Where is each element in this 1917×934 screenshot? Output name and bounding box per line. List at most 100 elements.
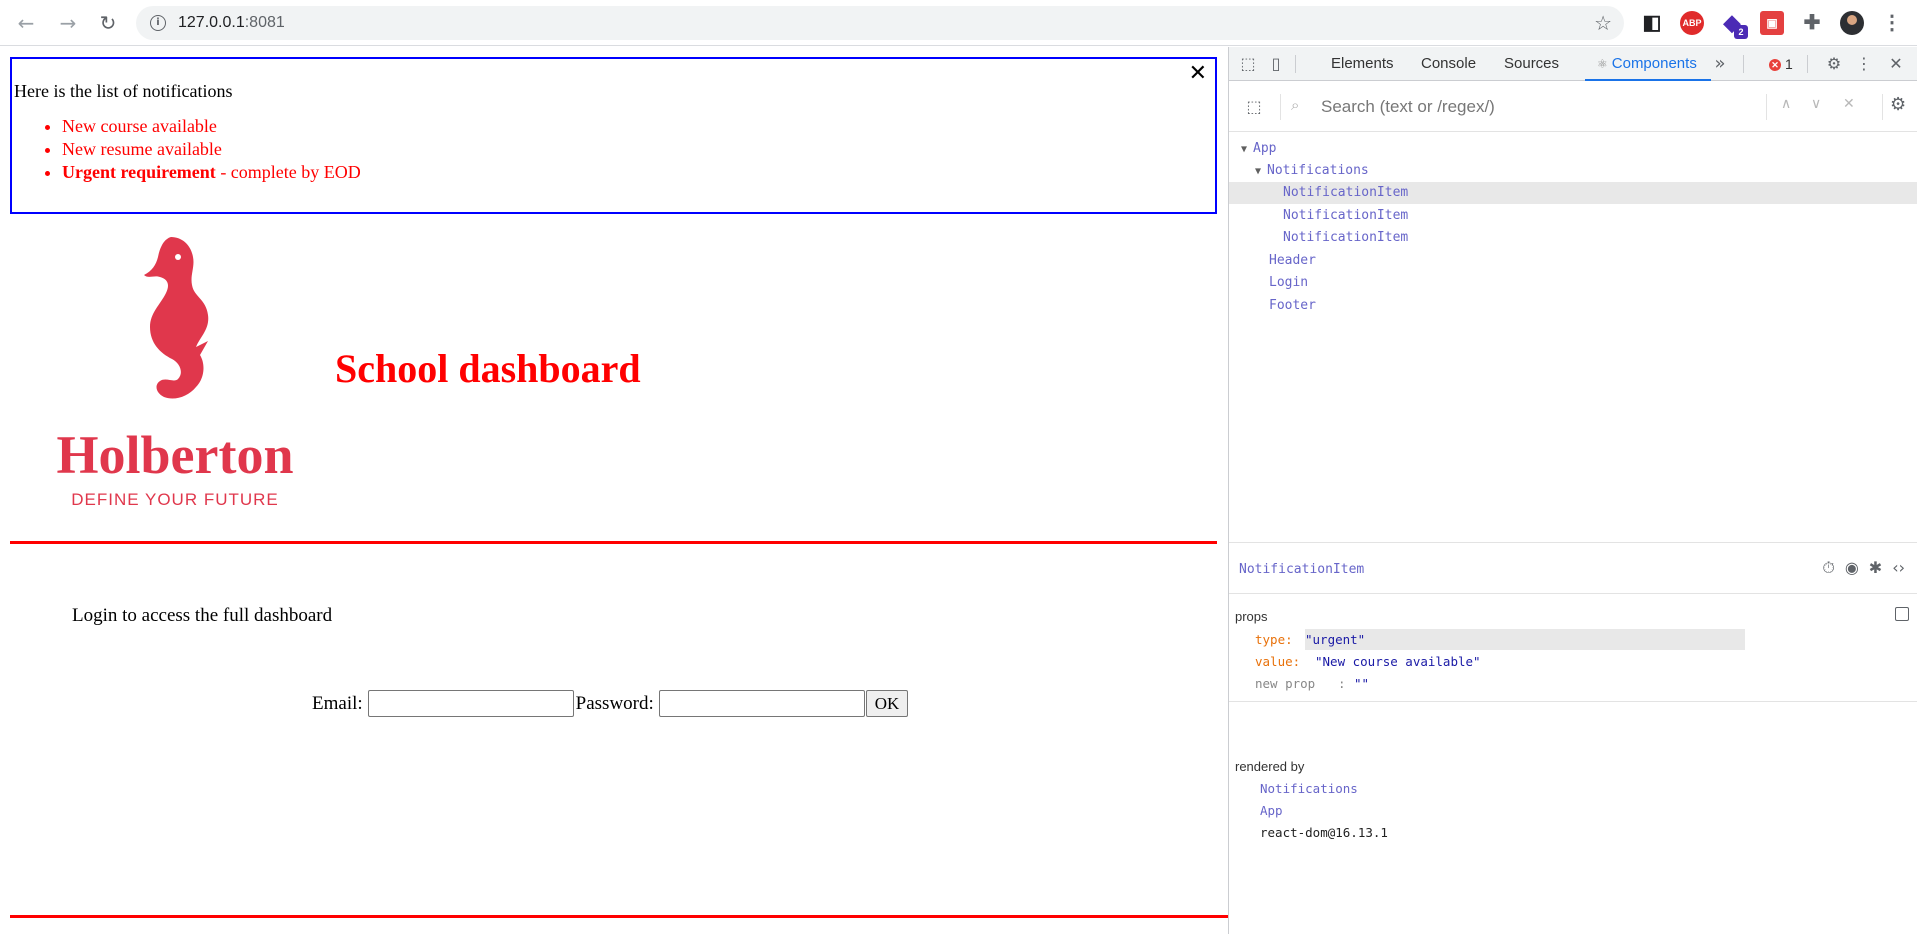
error-icon: ✕ xyxy=(1769,59,1781,72)
notifications-panel: ✕ Here is the list of notifications New … xyxy=(10,57,1217,214)
components-settings-icon[interactable]: ⚙ xyxy=(1890,94,1906,115)
prop-row-value[interactable]: value: "New course available" xyxy=(1229,651,1917,672)
new-prop-row[interactable]: new prop : "" xyxy=(1229,673,1917,694)
notification-item: New course available xyxy=(62,115,361,138)
inspect-element-icon[interactable]: ⬚ xyxy=(1237,53,1259,75)
next-result-icon[interactable]: ∨ xyxy=(1811,96,1821,112)
header-divider xyxy=(10,541,1217,544)
profile-avatar[interactable] xyxy=(1840,11,1864,35)
tree-node-label: Header xyxy=(1269,253,1316,268)
tab-elements[interactable]: Elements xyxy=(1329,47,1396,81)
page-content: ✕ Here is the list of notifications New … xyxy=(0,47,1230,934)
tree-node-label: NotificationItem xyxy=(1283,230,1409,245)
tab-components[interactable]: ⚛ Components xyxy=(1585,47,1711,81)
rendered-by-heading: rendered by xyxy=(1235,759,1305,774)
footer-divider xyxy=(10,915,1230,918)
tree-node-app[interactable]: ▼ App xyxy=(1229,138,1917,160)
device-toolbar-icon[interactable]: ▯ xyxy=(1265,53,1287,75)
settings-gear-icon[interactable]: ⚙ xyxy=(1823,53,1845,75)
extension-badge: 2 xyxy=(1734,25,1748,39)
reload-icon[interactable]: ↻ xyxy=(94,9,122,37)
address-bar[interactable]: i 127.0.0.1:8081 ☆ xyxy=(136,6,1624,40)
back-icon[interactable]: ← xyxy=(12,9,40,37)
search-divider xyxy=(1766,94,1767,120)
search-divider xyxy=(1882,94,1883,120)
inspector-divider xyxy=(1229,593,1917,594)
tab-components-label: Components xyxy=(1611,55,1697,72)
tree-node-notificationitem[interactable]: NotificationItem xyxy=(1229,227,1917,249)
new-prop-colon: : xyxy=(1338,676,1346,691)
tree-node-label: Login xyxy=(1269,275,1309,290)
eye-icon[interactable]: ◉ xyxy=(1845,558,1859,578)
url-port: :8081 xyxy=(244,14,285,31)
tree-node-notificationitem[interactable]: NotificationItem xyxy=(1229,182,1917,204)
ok-button[interactable]: OK xyxy=(865,690,909,717)
component-tree: ▼ App ▼ Notifications NotificationItem Not… xyxy=(1229,135,1917,585)
bookmark-star-icon[interactable]: ☆ xyxy=(1594,6,1612,40)
extension-diamond-icon[interactable]: ◆ 2 xyxy=(1720,11,1748,39)
pane-divider[interactable] xyxy=(1229,542,1917,543)
forward-icon[interactable]: → xyxy=(54,9,82,37)
login-form: Email: Password: OK xyxy=(312,690,909,717)
copy-props-icon[interactable] xyxy=(1895,607,1909,621)
reading-list-icon[interactable]: ◧ xyxy=(1640,11,1664,35)
new-prop-value[interactable]: "" xyxy=(1354,673,1369,694)
adblock-plus-icon[interactable]: ABP xyxy=(1680,11,1704,35)
timer-icon[interactable]: ⏱ xyxy=(1822,558,1834,578)
notification-urgent-text: - complete by EOD xyxy=(215,162,361,182)
prop-key: value: xyxy=(1255,654,1301,669)
devtools-menu-icon[interactable]: ⋮ xyxy=(1853,53,1875,75)
chrome-menu-icon[interactable]: ⋮ xyxy=(1880,11,1904,35)
tree-node-notifications[interactable]: ▼ Notifications xyxy=(1229,160,1917,182)
notification-urgent-label: Urgent requirement xyxy=(62,162,216,182)
prop-key: type: xyxy=(1255,632,1293,647)
toolbar-divider xyxy=(1743,55,1744,73)
tree-node-label: Notifications xyxy=(1267,163,1369,178)
tree-node-notificationitem[interactable]: NotificationItem xyxy=(1229,205,1917,227)
tree-node-footer[interactable]: Footer xyxy=(1229,295,1917,317)
password-field[interactable] xyxy=(658,690,865,717)
devtools-panel: ⬚ ▯ Elements Console Sources ⚛ Components… xyxy=(1228,47,1917,934)
email-field[interactable] xyxy=(367,690,574,717)
search-divider xyxy=(1280,94,1281,120)
prop-value[interactable]: "New course available" xyxy=(1315,651,1481,672)
error-counter[interactable]: ✕ 1 xyxy=(1769,47,1793,81)
login-message: Login to access the full dashboard xyxy=(72,605,333,626)
tree-node-label: Footer xyxy=(1269,298,1316,313)
logo-wordmark: Holberton xyxy=(57,425,294,485)
extension-box-icon[interactable]: ▣ xyxy=(1760,11,1784,35)
notifications-list: New course available New resume availabl… xyxy=(12,115,361,184)
component-picker-icon[interactable]: ⬚ xyxy=(1243,96,1265,118)
prev-result-icon[interactable]: ∧ xyxy=(1781,96,1791,112)
search-input[interactable] xyxy=(1319,94,1719,120)
url-text[interactable]: 127.0.0.1:8081 xyxy=(178,6,285,40)
new-prop-key[interactable]: new prop xyxy=(1255,673,1315,694)
seahorse-icon xyxy=(144,237,209,399)
rendered-by-notifications[interactable]: Notifications xyxy=(1260,781,1358,796)
expand-caret-icon[interactable]: ▼ xyxy=(1255,161,1267,183)
prop-row-type[interactable]: type: "urgent" xyxy=(1229,629,1917,650)
inspector-divider xyxy=(1229,701,1917,702)
close-devtools-icon[interactable]: ✕ xyxy=(1885,53,1907,75)
props-heading: props xyxy=(1235,609,1268,624)
tree-node-label: NotificationItem xyxy=(1283,185,1409,200)
more-tabs-icon[interactable]: » xyxy=(1709,53,1731,75)
tab-sources[interactable]: Sources xyxy=(1502,47,1561,81)
clear-search-icon[interactable]: ✕ xyxy=(1843,96,1855,112)
site-info-icon[interactable]: i xyxy=(150,15,166,31)
rendered-by-renderer: react-dom@16.13.1 xyxy=(1260,825,1388,840)
notifications-intro: Here is the list of notifications xyxy=(14,81,233,101)
tree-node-header[interactable]: Header xyxy=(1229,250,1917,272)
close-icon[interactable]: ✕ xyxy=(1189,61,1207,86)
bug-icon[interactable]: ✱ xyxy=(1869,558,1882,578)
tree-node-login[interactable]: Login xyxy=(1229,272,1917,294)
expand-caret-icon[interactable]: ▼ xyxy=(1241,139,1253,161)
rendered-by-app[interactable]: App xyxy=(1260,803,1283,818)
email-label: Email: xyxy=(312,692,363,714)
extensions-puzzle-icon[interactable]: ✚ xyxy=(1800,11,1824,35)
page-title: School dashboard xyxy=(335,346,641,391)
devtools-tabbar: ⬚ ▯ Elements Console Sources ⚛ Components… xyxy=(1229,47,1917,81)
source-code-icon[interactable]: ‹› xyxy=(1892,558,1905,578)
tab-console[interactable]: Console xyxy=(1419,47,1478,81)
prop-value-editor[interactable]: "urgent" xyxy=(1305,629,1746,650)
